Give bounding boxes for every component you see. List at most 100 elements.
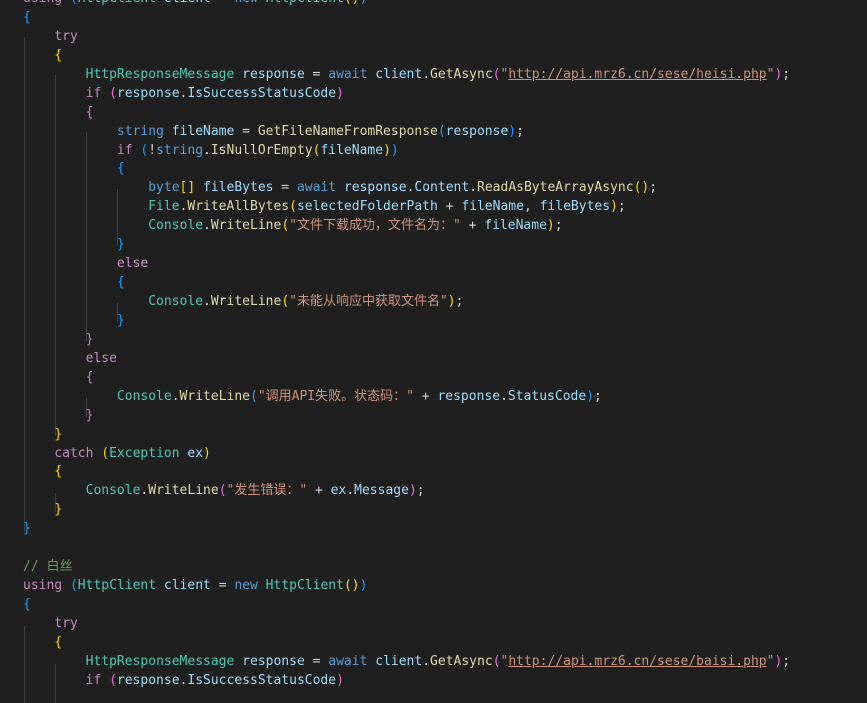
code-token: ReadAsByteArrayAsync bbox=[477, 180, 634, 196]
code-token: { bbox=[54, 464, 63, 480]
code-token: } bbox=[85, 331, 94, 347]
code-token: ) bbox=[336, 672, 344, 688]
code-line[interactable]: File.WriteAllBytes(selectedFolderPath + … bbox=[23, 198, 790, 217]
code-line[interactable]: } bbox=[23, 407, 790, 426]
code-line[interactable]: } bbox=[23, 501, 790, 520]
code-token: ) bbox=[408, 483, 417, 499]
code-line[interactable]: { bbox=[23, 104, 790, 123]
code-token: fileName bbox=[461, 199, 524, 215]
code-token: fileName bbox=[320, 142, 384, 158]
code-token: http://api.mrz6.cn/sese/baisi.php bbox=[508, 653, 767, 669]
code-line[interactable]: string fileName = GetFileNameFromRespons… bbox=[23, 123, 790, 142]
code-editor[interactable]: using (HttpClient client = new HttpClien… bbox=[0, 0, 867, 703]
code-token: ( bbox=[492, 66, 501, 82]
code-line[interactable]: try bbox=[23, 28, 790, 47]
code-token: if bbox=[23, 85, 110, 101]
code-token: Console bbox=[85, 483, 141, 499]
code-line[interactable]: using (HttpClient client = new HttpClien… bbox=[23, 0, 790, 9]
code-token: HttpResponseMessage bbox=[85, 66, 235, 82]
code-token: WriteLine bbox=[179, 388, 250, 404]
code-token: . bbox=[203, 142, 211, 158]
code-token: ) bbox=[360, 0, 368, 6]
code-token: try bbox=[23, 615, 78, 631]
code-token: . bbox=[203, 218, 211, 234]
code-token: string bbox=[116, 123, 164, 139]
code-token: File bbox=[148, 199, 180, 215]
code-token: () bbox=[344, 0, 360, 6]
code-token: client bbox=[375, 653, 423, 669]
code-line[interactable]: if (!string.IsNullOrEmpty(fileName)) bbox=[23, 142, 790, 161]
code-token: Console bbox=[148, 218, 204, 234]
code-line[interactable]: if (response.IsSuccessStatusCode) bbox=[23, 85, 790, 104]
code-token: { bbox=[54, 47, 63, 63]
code-line[interactable]: Console.WriteLine("文件下载成功，文件名为：" + fileN… bbox=[23, 217, 790, 236]
code-token: http://api.mrz6.cn/sese/heisi.php bbox=[508, 66, 767, 82]
code-token: ( bbox=[281, 218, 290, 234]
code-token: } bbox=[54, 502, 63, 518]
code-line[interactable]: // 白丝 bbox=[23, 558, 790, 577]
code-token: () bbox=[633, 180, 650, 196]
code-token: HttpClient bbox=[78, 0, 156, 6]
code-line[interactable]: { bbox=[23, 634, 790, 653]
code-line[interactable]: else bbox=[23, 350, 790, 369]
code-line[interactable]: } bbox=[23, 520, 790, 539]
code-line[interactable]: if (response.IsSuccessStatusCode) bbox=[23, 672, 790, 691]
code-line[interactable]: } bbox=[23, 236, 790, 255]
code-line[interactable]: { bbox=[23, 369, 790, 388]
code-line[interactable]: HttpResponseMessage response = await cli… bbox=[23, 66, 790, 85]
code-line[interactable]: } bbox=[23, 331, 790, 350]
code-token: "文件下载成功，文件名为：" bbox=[289, 218, 461, 234]
code-line[interactable]: byte[] fileBytes = await response.Conten… bbox=[23, 179, 790, 198]
code-line[interactable]: Console.WriteLine("发生错误：" + ex.Message); bbox=[23, 482, 790, 501]
code-token: { bbox=[54, 634, 63, 650]
code-token: ( bbox=[250, 388, 258, 404]
code-token: . bbox=[422, 653, 431, 669]
code-token: ; bbox=[516, 123, 524, 139]
code-line[interactable]: try bbox=[23, 615, 790, 634]
code-line[interactable]: } bbox=[23, 426, 790, 445]
code-token: { bbox=[85, 369, 94, 385]
code-line[interactable] bbox=[23, 539, 790, 558]
code-line[interactable]: HttpResponseMessage response = await cli… bbox=[23, 653, 790, 672]
code-token: { bbox=[116, 161, 125, 177]
code-token: StatusCode bbox=[507, 388, 587, 404]
code-token: "调用API失败。状态码：" bbox=[257, 388, 414, 404]
code-token: } bbox=[23, 521, 31, 537]
code-token: GetFileNameFromResponse bbox=[257, 123, 438, 139]
code-line[interactable]: catch (Exception ex) bbox=[23, 445, 790, 464]
code-token: . bbox=[422, 66, 431, 82]
code-line[interactable]: else bbox=[23, 255, 790, 274]
code-token: HttpResponseMessage bbox=[85, 653, 235, 669]
code-token: HttpClient bbox=[77, 578, 157, 594]
code-token: "未能从响应中获取文件名" bbox=[289, 294, 448, 309]
code-token: fileName bbox=[484, 218, 547, 234]
code-token: fileBytes bbox=[539, 199, 611, 215]
code-line[interactable]: using (HttpClient client = new HttpClien… bbox=[23, 577, 790, 596]
code-token: . bbox=[203, 294, 211, 309]
code-token: try bbox=[23, 28, 78, 44]
code-token: ( bbox=[70, 0, 78, 6]
code-lines[interactable]: using (HttpClient client = new HttpClien… bbox=[23, 0, 790, 691]
code-line[interactable]: Console.WriteLine("未能从响应中获取文件名"); bbox=[23, 293, 790, 312]
code-line[interactable]: { bbox=[23, 274, 790, 293]
code-line[interactable]: { bbox=[23, 596, 790, 615]
code-line[interactable]: { bbox=[23, 47, 790, 66]
code-line[interactable]: { bbox=[23, 160, 790, 179]
code-line[interactable]: { bbox=[23, 463, 790, 482]
code-token: response bbox=[242, 653, 305, 669]
code-token: ; bbox=[782, 66, 791, 82]
code-token: , bbox=[523, 199, 540, 215]
code-token: Message bbox=[354, 483, 409, 499]
code-line[interactable]: { bbox=[23, 9, 790, 28]
code-line[interactable]: Console.WriteLine("调用API失败。状态码：" + respo… bbox=[23, 388, 790, 407]
code-line[interactable]: } bbox=[23, 312, 790, 331]
